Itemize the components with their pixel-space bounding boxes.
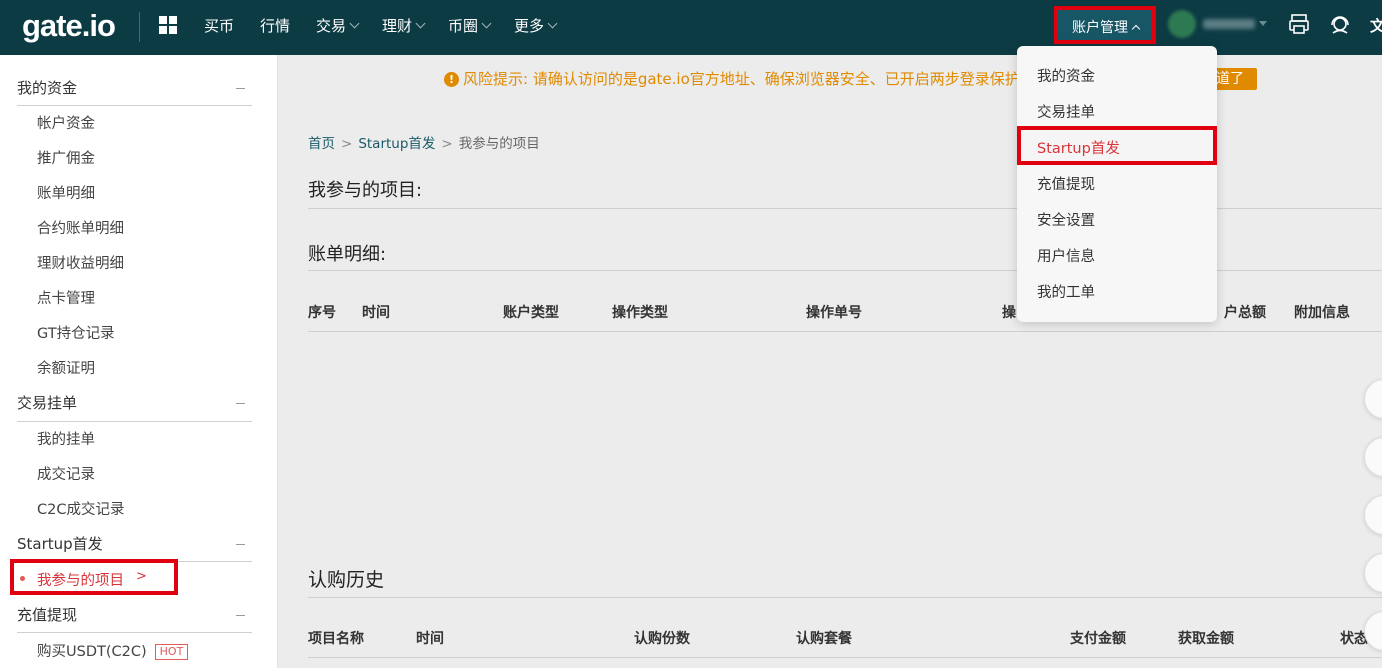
- menu-item-tickets[interactable]: 我的工单: [1037, 281, 1095, 302]
- table-header: 项目名称: [308, 631, 364, 647]
- sidebar-item[interactable]: 推广佣金: [37, 147, 95, 168]
- bill-section-title: 账单明细:: [308, 244, 387, 265]
- account-dropdown-menu: 我的资金 交易挂单 Startup首发 充值提现 安全设置 用户信息 我的工单: [1017, 46, 1217, 322]
- collapse-icon[interactable]: [236, 544, 245, 545]
- divider: [17, 105, 252, 106]
- chevron-down-icon: [349, 18, 360, 29]
- divider: [308, 208, 1382, 209]
- subscription-history-title: 认购历史: [308, 569, 385, 591]
- sidebar-item[interactable]: C2C成交记录: [37, 498, 124, 519]
- collapse-icon[interactable]: [236, 615, 245, 616]
- menu-item-startup[interactable]: Startup首发: [1017, 126, 1217, 165]
- sidebar-item-active-my-projects[interactable]: 我参与的项目 >: [10, 559, 178, 595]
- sidebar: 我的资金 帐户资金 推广佣金 账单明细 合约账单明细 理财收益明细 点卡管理 G…: [0, 55, 278, 668]
- table-header: 账户类型: [503, 305, 559, 321]
- risk-warning: ! 风险提示: 请确认访问的是gate.io官方地址、确保浏览器安全、已开启两步登…: [444, 68, 1025, 89]
- chevron-up-icon: [1131, 24, 1141, 34]
- menu-item-user-info[interactable]: 用户信息: [1037, 245, 1095, 266]
- sidebar-section-title[interactable]: Startup首发: [17, 533, 103, 554]
- table-header: 认购套餐: [796, 631, 852, 647]
- app-download-icon[interactable]: [1288, 13, 1312, 37]
- bullet-dot-icon: [20, 576, 25, 581]
- account-management-button[interactable]: 账户管理: [1054, 6, 1156, 44]
- collapse-icon[interactable]: [236, 403, 245, 404]
- apps-grid-icon[interactable]: [159, 16, 177, 34]
- sidebar-item[interactable]: 帐户资金: [37, 112, 95, 133]
- language-switch[interactable]: 文: [1370, 15, 1382, 36]
- sidebar-item[interactable]: 余额证明: [37, 357, 95, 378]
- sidebar-item[interactable]: 点卡管理: [37, 287, 95, 308]
- hot-badge: HOT: [154, 644, 189, 660]
- breadcrumb-home[interactable]: 首页: [308, 136, 335, 152]
- table-header: 时间: [362, 305, 390, 321]
- sidebar-section-title[interactable]: 交易挂单: [17, 392, 77, 413]
- float-calendar-icon[interactable]: [1364, 553, 1382, 593]
- sidebar-section-title[interactable]: 我的资金: [17, 77, 77, 98]
- gate-logo[interactable]: gate.io: [22, 8, 116, 44]
- nav-market[interactable]: 行情: [260, 15, 290, 36]
- menu-item-security[interactable]: 安全设置: [1037, 209, 1095, 230]
- nav-trade[interactable]: 交易: [316, 15, 360, 36]
- warning-icon: !: [444, 72, 459, 87]
- sidebar-section-title[interactable]: 充值提现: [17, 604, 77, 625]
- nav-community[interactable]: 币圈: [448, 15, 492, 36]
- table-header: 操作单号: [806, 305, 862, 321]
- arrow-right-icon: >: [136, 569, 147, 584]
- table-header: 操作类型: [612, 305, 668, 321]
- float-share-icon[interactable]: [1364, 379, 1382, 419]
- divider: [17, 421, 252, 422]
- divider: [17, 632, 252, 633]
- collapse-icon[interactable]: [236, 88, 245, 89]
- nav-divider: [139, 12, 140, 42]
- table-header: 认购份数: [634, 631, 690, 647]
- float-doc-icon[interactable]: [1364, 495, 1382, 535]
- table-header: 附加信息: [1294, 305, 1350, 321]
- breadcrumb-startup[interactable]: Startup首发: [358, 136, 435, 152]
- table-header: 时间: [416, 631, 444, 647]
- table-header: 操: [1002, 305, 1016, 321]
- float-chat-icon[interactable]: [1364, 437, 1382, 477]
- sidebar-item[interactable]: GT持仓记录: [37, 322, 115, 343]
- customer-service-icon[interactable]: [1328, 13, 1352, 37]
- page-title: 我参与的项目:: [308, 180, 423, 201]
- divider: [308, 657, 1382, 658]
- table-header: 户总额: [1224, 305, 1266, 321]
- menu-item-deposit-withdraw[interactable]: 充值提现: [1037, 173, 1095, 194]
- menu-item-my-funds[interactable]: 我的资金: [1037, 65, 1095, 86]
- table-header: 获取金额: [1178, 631, 1234, 647]
- nav-finance[interactable]: 理财: [382, 15, 426, 36]
- divider: [308, 270, 1382, 271]
- nav-more[interactable]: 更多: [514, 15, 558, 36]
- breadcrumb-current: 我参与的项目: [458, 136, 540, 152]
- sidebar-item-label: 我参与的项目: [37, 573, 124, 589]
- sidebar-item[interactable]: 合约账单明细: [37, 217, 124, 238]
- divider: [308, 597, 1382, 598]
- sidebar-item[interactable]: 我的挂单: [37, 428, 95, 449]
- table-header: 序号: [308, 305, 336, 321]
- sidebar-item[interactable]: 账单明细: [37, 182, 95, 203]
- username-blurred[interactable]: [1203, 19, 1255, 29]
- menu-item-orders[interactable]: 交易挂单: [1037, 101, 1095, 122]
- chevron-down-icon: [547, 18, 558, 29]
- table-header: 支付金额: [1070, 631, 1126, 647]
- divider: [308, 331, 1382, 332]
- chevron-down-icon: [481, 18, 492, 29]
- caret-down-icon[interactable]: [1259, 21, 1267, 26]
- sidebar-item[interactable]: 购买USDT(C2C) HOT: [37, 640, 189, 661]
- chevron-down-icon: [415, 18, 426, 29]
- sidebar-item[interactable]: 理财收益明细: [37, 252, 124, 273]
- avatar[interactable]: [1168, 10, 1196, 38]
- breadcrumb: 首页 > Startup首发 > 我参与的项目: [308, 136, 540, 152]
- sidebar-item[interactable]: 成交记录: [37, 463, 95, 484]
- nav-buy[interactable]: 买币: [204, 15, 234, 36]
